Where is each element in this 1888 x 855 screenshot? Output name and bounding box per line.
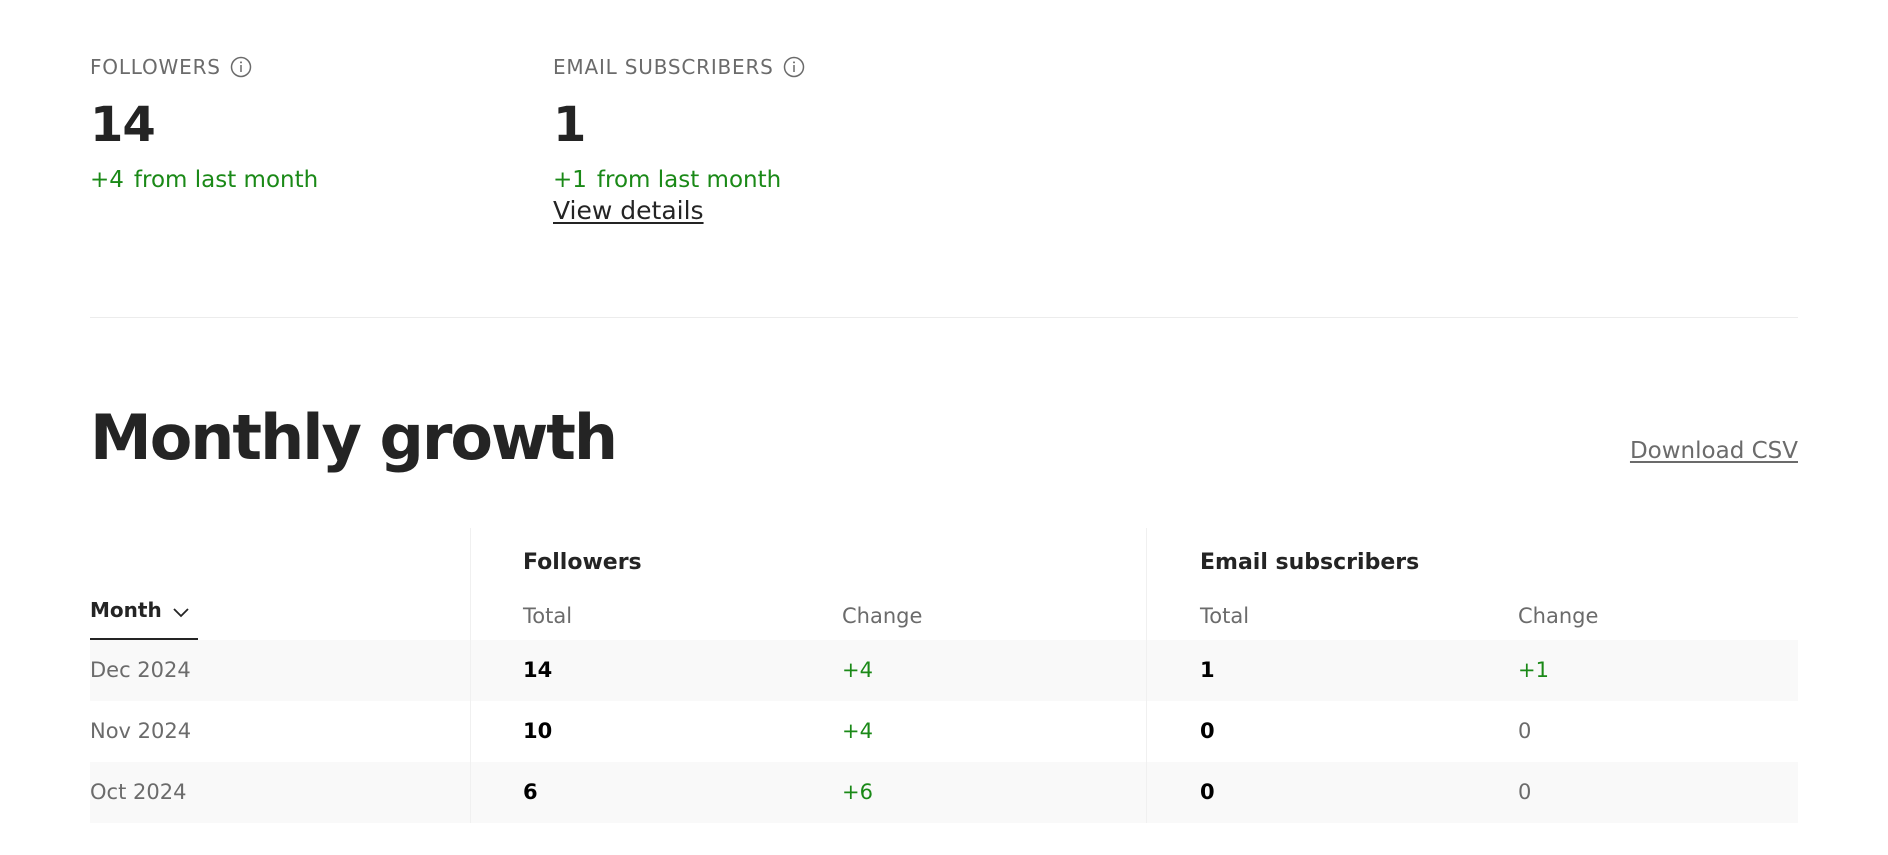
email-subscribers-delta: +1	[553, 167, 587, 193]
email-subscribers-label: EMAIL SUBSCRIBERS	[553, 55, 774, 79]
monthly-growth-table: Month Followers Email subscribers Total …	[90, 528, 1798, 823]
month-cell: Nov 2024	[90, 719, 192, 743]
email-total-cell: 0	[1200, 780, 1215, 804]
table-row: Dec 2024 14 +4 1 +1	[90, 640, 1798, 701]
month-cell: Dec 2024	[90, 658, 191, 682]
page: FOLLOWERS 14 +4 from last month EMAIL SUB…	[0, 0, 1888, 855]
email-total-cell: 1	[1200, 658, 1215, 682]
table-row: Nov 2024 10 +4 0 0	[90, 701, 1798, 762]
email-total-header: Total	[1200, 604, 1250, 628]
page-title: Monthly growth	[90, 401, 618, 474]
column-divider	[470, 528, 471, 823]
monthly-growth-header: Monthly growth Download CSV	[90, 318, 1798, 528]
followers-change-header: Change	[842, 604, 923, 628]
email-total-cell: 0	[1200, 719, 1215, 743]
followers-change-suffix: from last month	[133, 167, 319, 193]
month-header-label: Month	[90, 598, 162, 622]
followers-delta: +4	[90, 167, 124, 193]
chevron-down-icon	[173, 608, 189, 618]
followers-change-cell: +4	[842, 719, 873, 743]
email-change-cell: 0	[1518, 780, 1532, 804]
followers-stat: FOLLOWERS 14 +4 from last month	[90, 53, 318, 195]
email-subscribers-value: 1	[553, 97, 586, 153]
column-divider	[1146, 528, 1147, 823]
month-sort-button[interactable]: Month	[90, 598, 198, 640]
email-subscribers-change-suffix: from last month	[596, 167, 782, 193]
table-row: Oct 2024 6 +6 0 0	[90, 762, 1798, 823]
stats-section: FOLLOWERS 14 +4 from last month EMAIL SUB…	[90, 0, 1798, 318]
followers-total-cell: 6	[523, 780, 538, 804]
followers-value: 14	[90, 97, 156, 153]
email-change-header: Change	[1518, 604, 1599, 628]
followers-label: FOLLOWERS	[90, 55, 221, 79]
email-subscribers-group-header: Email subscribers	[1200, 550, 1420, 575]
followers-total-cell: 10	[523, 719, 553, 743]
email-change-cell: 0	[1518, 719, 1532, 743]
followers-total-header: Total	[523, 604, 573, 628]
email-subscribers-change: +1 from last month	[553, 165, 806, 195]
email-subscribers-stat: EMAIL SUBSCRIBERS 1 +1 from last month Vi…	[553, 53, 806, 227]
info-icon[interactable]	[782, 55, 806, 79]
email-change-cell: +1	[1518, 658, 1549, 682]
followers-change-cell: +4	[842, 658, 873, 682]
table-header: Month Followers Email subscribers Total …	[90, 528, 1798, 640]
followers-change-cell: +6	[842, 780, 873, 804]
download-csv-link[interactable]: Download CSV	[1630, 438, 1798, 464]
view-details-link[interactable]: View details	[553, 195, 704, 227]
followers-group-header: Followers	[523, 550, 642, 575]
month-cell: Oct 2024	[90, 780, 187, 804]
followers-change: +4 from last month	[90, 165, 318, 195]
info-icon[interactable]	[229, 55, 253, 79]
followers-total-cell: 14	[523, 658, 553, 682]
